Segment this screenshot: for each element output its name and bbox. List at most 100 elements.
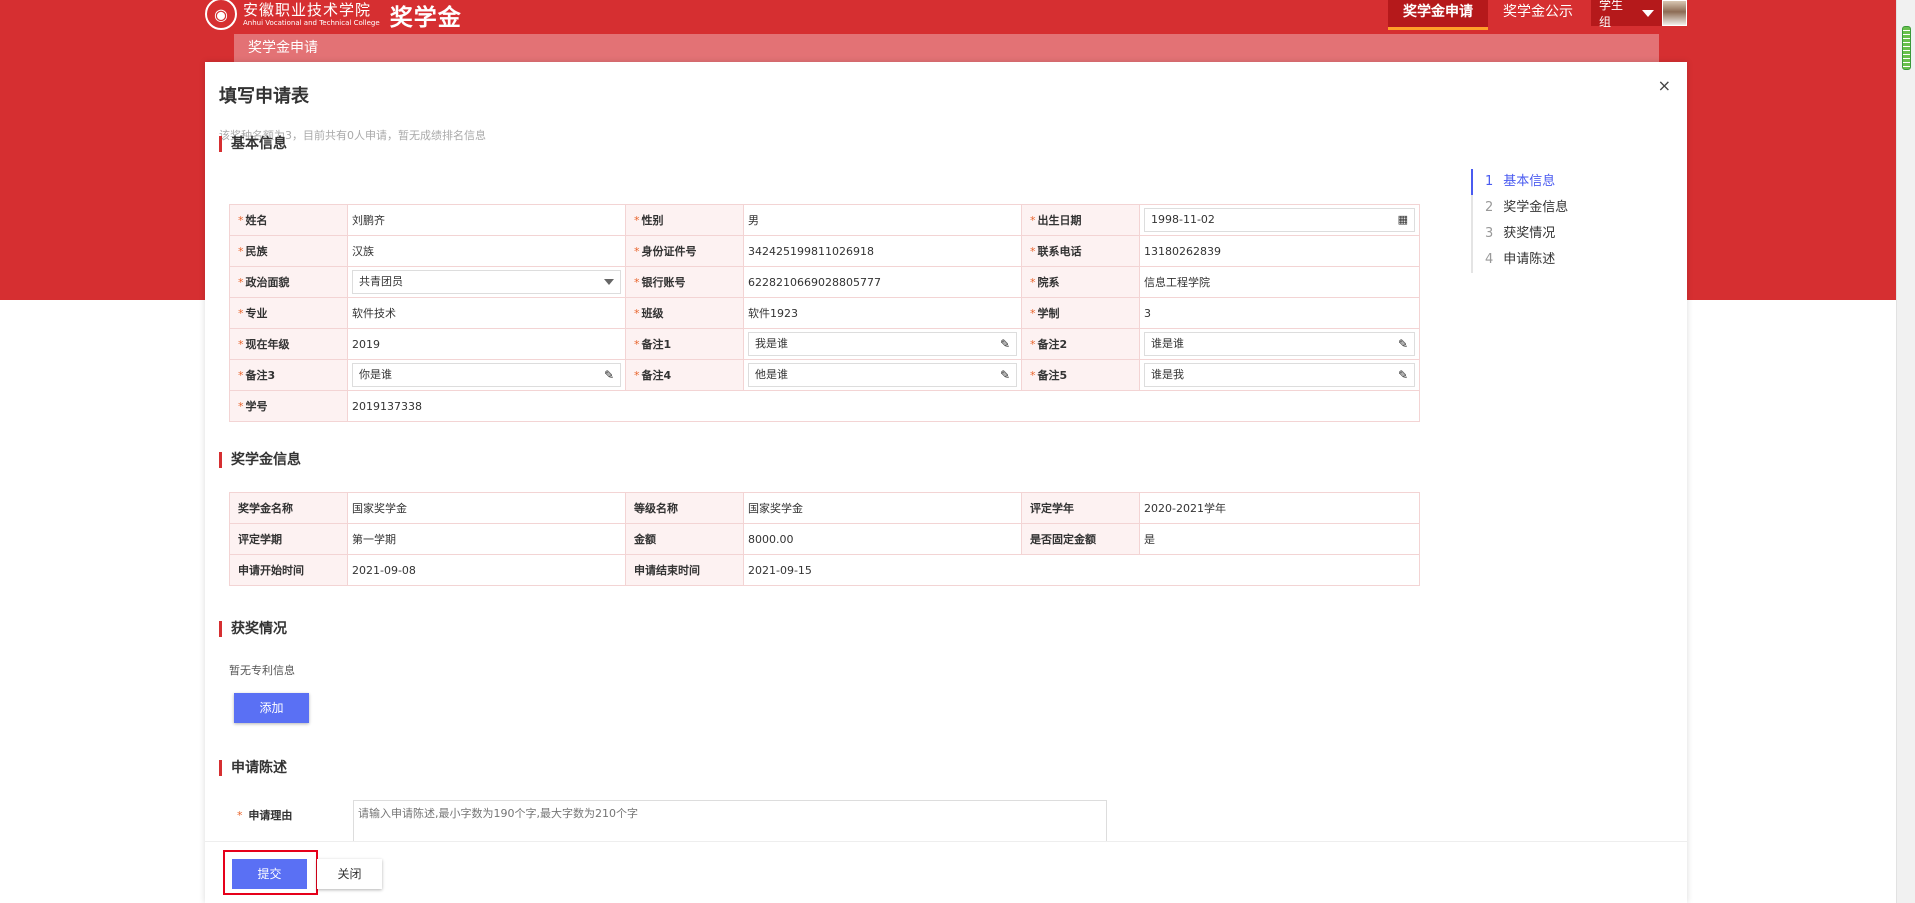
grade-value: 2019	[347, 328, 626, 360]
phone-label: * 联系电话	[1021, 235, 1140, 267]
school-name: 安徽职业技术学院 Anhui Vocational and Technical …	[243, 3, 380, 27]
step-statement[interactable]: 4 申请陈述	[1473, 247, 1568, 273]
note3-input[interactable]: 你是谁 ✎	[352, 363, 621, 387]
bank-label: * 银行账号	[625, 266, 744, 298]
note2-input[interactable]: 谁是谁 ✎	[1144, 332, 1415, 356]
user-name: 学生组	[1599, 0, 1624, 29]
pencil-icon[interactable]: ✎	[604, 364, 614, 386]
pencil-icon[interactable]: ✎	[1000, 364, 1010, 386]
note1-cell: 我是谁 ✎	[743, 328, 1022, 360]
birth-label: * 出生日期	[1021, 204, 1140, 236]
required-mark: *	[238, 214, 244, 227]
step-basic[interactable]: 1 基本信息	[1471, 169, 1568, 195]
section-title-statement: 申请陈述	[219, 760, 287, 776]
start-value: 2021-09-08	[347, 554, 626, 586]
note4-label: * 备注4	[625, 359, 744, 391]
class-value: 软件1923	[743, 297, 1022, 329]
sid-label: * 学号	[229, 390, 348, 422]
required-mark: *	[634, 338, 640, 351]
amount-value: 8000.00	[743, 523, 1022, 555]
submit-button[interactable]: 提交	[232, 859, 307, 889]
idno-value: 342425199811026918	[743, 235, 1022, 267]
major-label: * 专业	[229, 297, 348, 329]
note2-cell: 谁是谁 ✎	[1139, 328, 1420, 360]
required-mark: *	[238, 307, 244, 320]
table-row: * 民族 汉族 * 身份证件号 342425199811026918 * 联系电话 1…	[229, 235, 1420, 267]
birth-cell: 1998-11-02 ▦	[1139, 204, 1420, 236]
dept-value: 信息工程学院	[1139, 266, 1420, 298]
required-mark: *	[634, 307, 640, 320]
chevron-down-icon	[604, 279, 614, 285]
table-row: * 备注3 你是谁 ✎ * 备注4 他是谁 ✎ * 备注5 谁是我 ✎	[229, 359, 1420, 391]
add-award-button[interactable]: 添加	[234, 693, 309, 723]
note5-label: * 备注5	[1021, 359, 1140, 391]
required-mark: *	[634, 369, 640, 382]
term-value: 第一学期	[347, 523, 626, 555]
main-nav: 奖学金申请 奖学金公示	[1388, 0, 1588, 30]
pencil-icon[interactable]: ✎	[1398, 333, 1408, 355]
scrollbar[interactable]	[1896, 0, 1915, 903]
birth-date-input[interactable]: 1998-11-02 ▦	[1144, 208, 1415, 232]
scholarship-info-table: 奖学金名称 国家奖学金 等级名称 国家奖学金 评定学年 2020-2021学年 …	[229, 492, 1420, 586]
fixed-value: 是	[1139, 523, 1420, 555]
note5-input[interactable]: 谁是我 ✎	[1144, 363, 1415, 387]
table-row: * 政治面貌 共青团员 * 银行账号 6228210669028805777 * 院系…	[229, 266, 1420, 298]
level-label: 等级名称	[625, 492, 744, 524]
step-scholarship[interactable]: 2 奖学金信息	[1473, 195, 1568, 221]
political-cell: 共青团员	[347, 266, 626, 298]
modal-title: 填写申请表	[219, 86, 309, 107]
user-menu[interactable]: 学生组	[1591, 0, 1687, 29]
section-title-scholarship: 奖学金信息	[219, 452, 301, 468]
bank-value: 6228210669028805777	[743, 266, 1022, 298]
table-row: * 姓名 刘鹏齐 * 性别 男 * 出生日期 1998-11-02 ▦	[229, 204, 1420, 236]
avatar	[1661, 0, 1687, 26]
close-button[interactable]: 关闭	[317, 859, 382, 889]
grade-label: * 现在年级	[229, 328, 348, 360]
school-name-cn: 安徽职业技术学院	[243, 1, 372, 19]
required-mark: *	[237, 809, 243, 822]
year-value: 2020-2021学年	[1139, 492, 1420, 524]
level-value: 国家奖学金	[743, 492, 1022, 524]
end-value: 2021-09-15	[743, 554, 1420, 586]
top-bar: ◉ 安徽职业技术学院 Anhui Vocational and Technica…	[205, 0, 1687, 31]
required-mark: *	[1030, 245, 1036, 258]
close-icon[interactable]: ×	[1658, 76, 1671, 95]
scholarship-name-value: 国家奖学金	[347, 492, 626, 524]
table-row: 奖学金名称 国家奖学金 等级名称 国家奖学金 评定学年 2020-2021学年	[229, 492, 1420, 524]
app-title: 奖学金	[389, 5, 462, 31]
year-label: 评定学年	[1021, 492, 1140, 524]
required-mark: *	[238, 400, 244, 413]
nav-scholarship-apply[interactable]: 奖学金申请	[1388, 0, 1488, 30]
required-mark: *	[1030, 276, 1036, 289]
required-mark: *	[634, 276, 640, 289]
scroll-thumb[interactable]	[1902, 26, 1911, 70]
length-value: 3	[1139, 297, 1420, 329]
pencil-icon[interactable]: ✎	[1000, 333, 1010, 355]
required-mark: *	[1030, 338, 1036, 351]
note3-cell: 你是谁 ✎	[347, 359, 626, 391]
reason-textarea[interactable]	[353, 800, 1107, 845]
nav-scholarship-publicity[interactable]: 奖学金公示	[1488, 0, 1588, 30]
note2-label: * 备注2	[1021, 328, 1140, 360]
pencil-icon[interactable]: ✎	[1398, 364, 1408, 386]
basic-info-table: * 姓名 刘鹏齐 * 性别 男 * 出生日期 1998-11-02 ▦ * 民族 汉族 *…	[229, 204, 1420, 422]
start-label: 申请开始时间	[229, 554, 348, 586]
note5-cell: 谁是我 ✎	[1139, 359, 1420, 391]
required-mark: *	[1030, 307, 1036, 320]
idno-label: * 身份证件号	[625, 235, 744, 267]
note1-input[interactable]: 我是谁 ✎	[748, 332, 1017, 356]
step-nav: 1 基本信息 2 奖学金信息 3 获奖情况 4 申请陈述	[1471, 169, 1568, 273]
step-awards[interactable]: 3 获奖情况	[1473, 221, 1568, 247]
calendar-icon[interactable]: ▦	[1398, 209, 1408, 231]
gender-label: * 性别	[625, 204, 744, 236]
school-logo[interactable]: ◉ 安徽职业技术学院 Anhui Vocational and Technica…	[205, 0, 462, 31]
application-modal: 填写申请表 × 该奖种名额为3，目前共有0人申请，暂无成绩排名信息 基本信息 *…	[205, 62, 1687, 903]
ethnic-label: * 民族	[229, 235, 348, 267]
note4-input[interactable]: 他是谁 ✎	[748, 363, 1017, 387]
table-row: 申请开始时间 2021-09-08 申请结束时间 2021-09-15	[229, 554, 1420, 586]
note1-label: * 备注1	[625, 328, 744, 360]
fixed-label: 是否固定金额	[1021, 523, 1140, 555]
table-row: * 专业 软件技术 * 班级 软件1923 * 学制 3	[229, 297, 1420, 329]
required-mark: *	[634, 214, 640, 227]
political-select[interactable]: 共青团员	[352, 270, 621, 294]
